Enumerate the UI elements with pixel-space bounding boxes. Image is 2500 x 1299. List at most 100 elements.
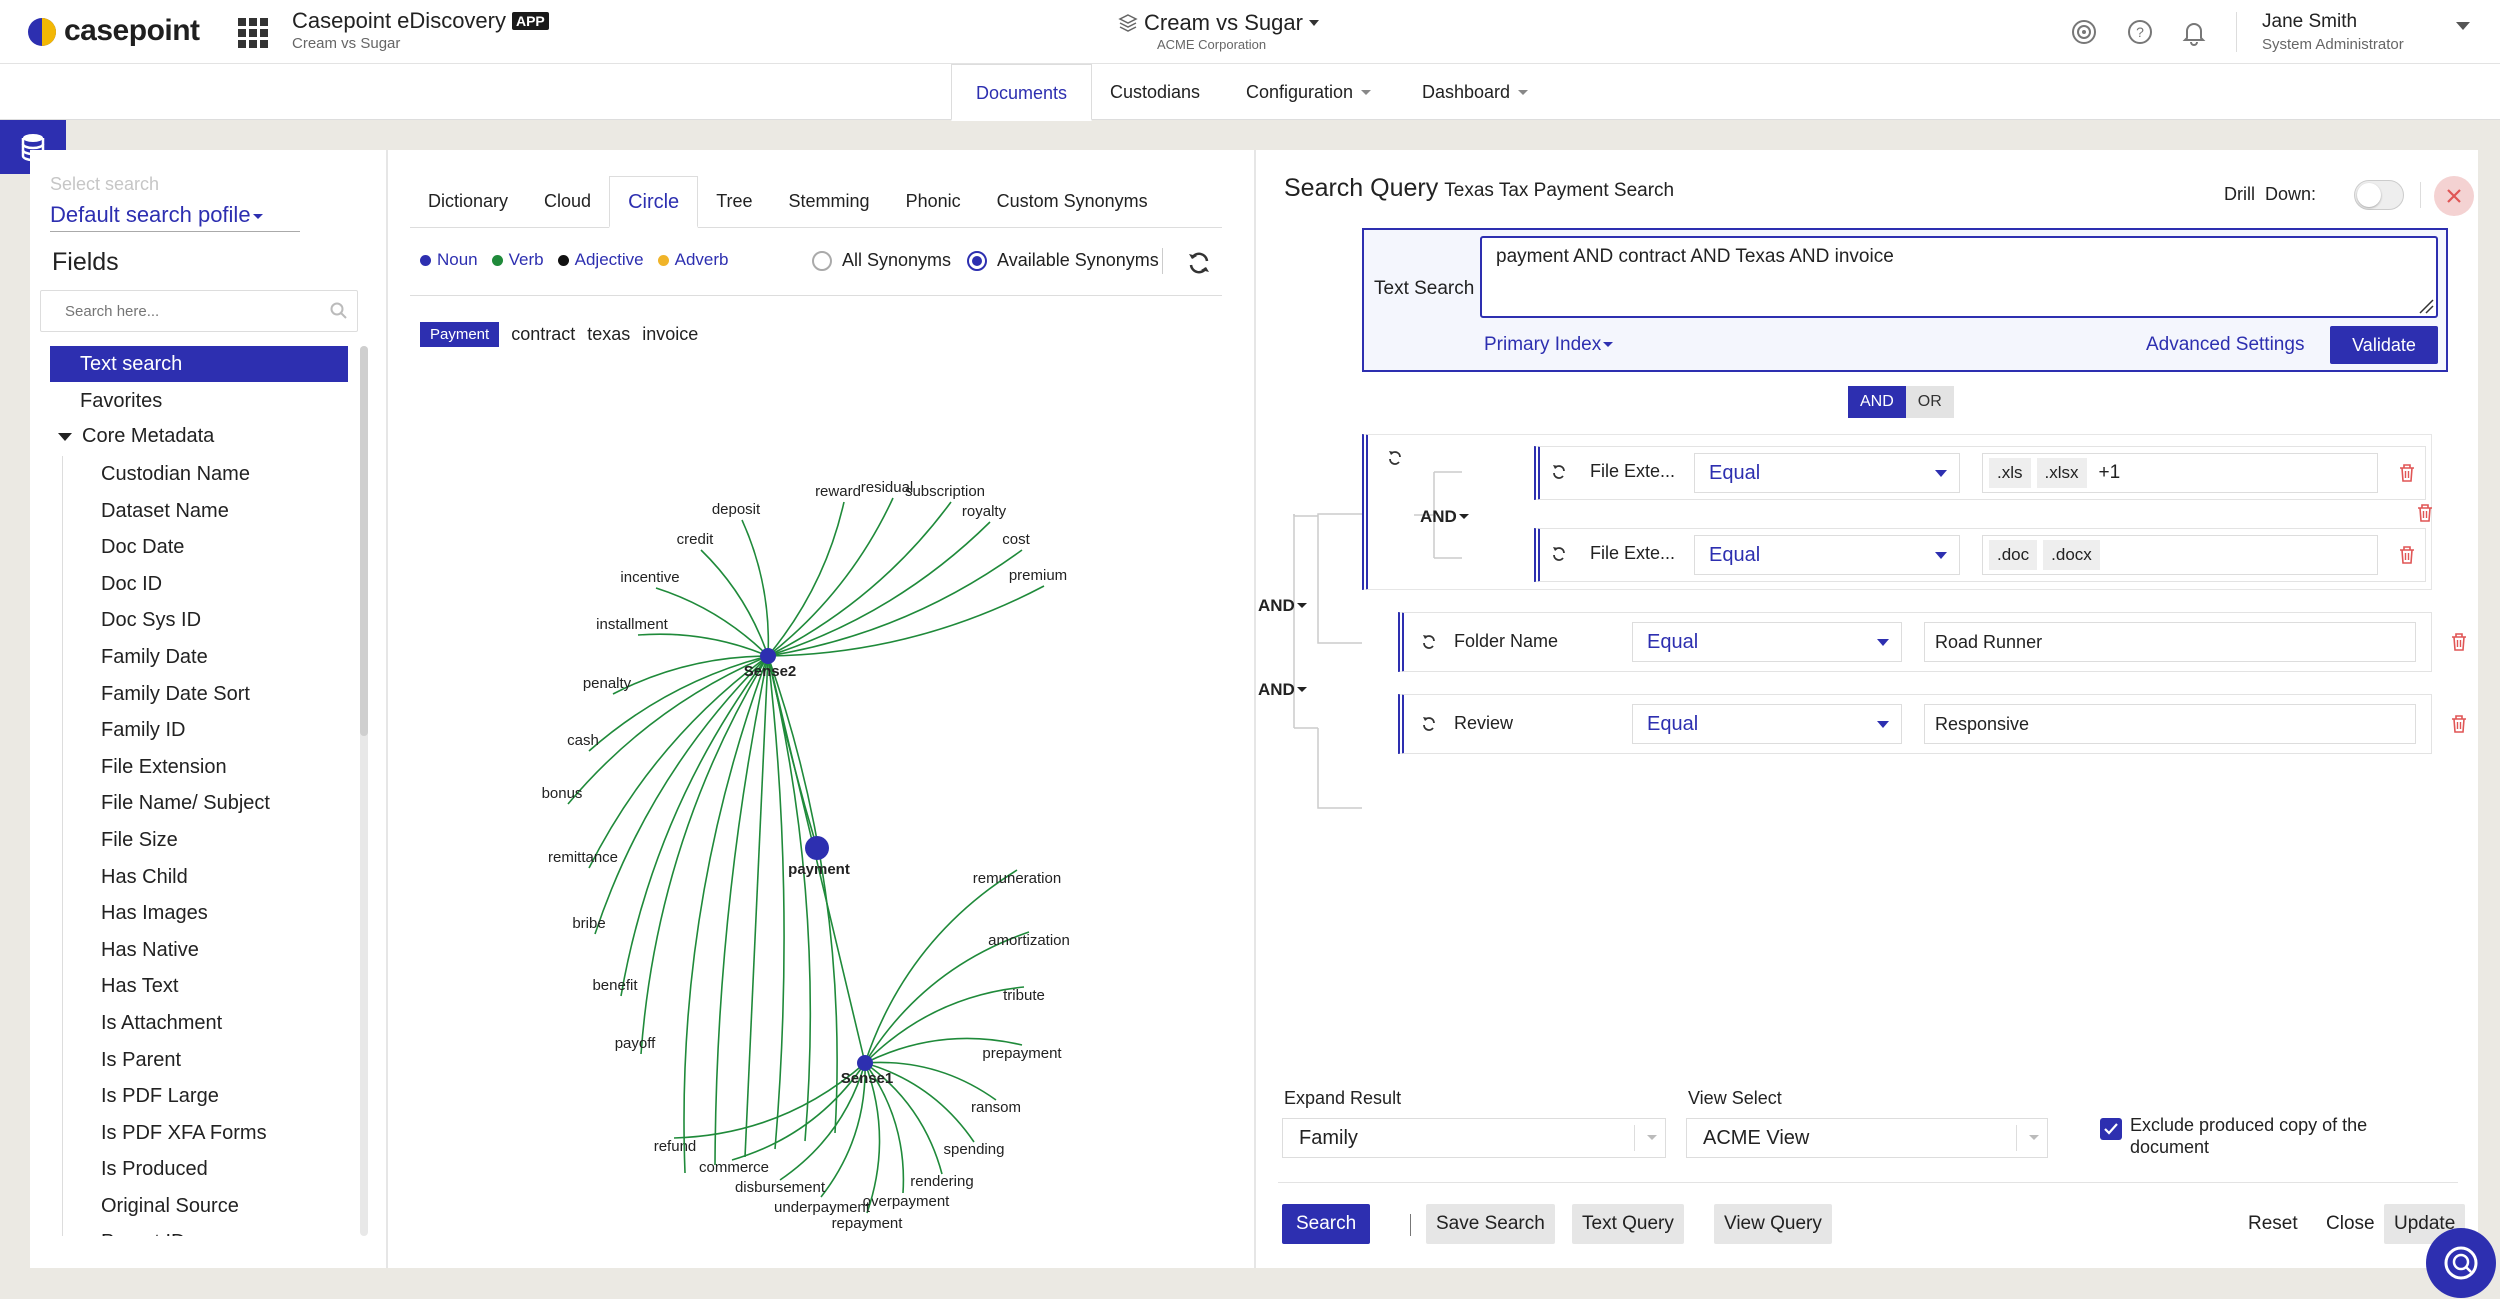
cycle-icon[interactable] xyxy=(1420,633,1438,651)
tab-phonic[interactable]: Phonic xyxy=(888,176,979,227)
nav-documents[interactable]: Documents xyxy=(951,64,1093,121)
radio-all-synonyms[interactable] xyxy=(812,250,832,271)
synonym-word[interactable]: penalty xyxy=(583,675,632,692)
synonym-word[interactable]: disbursement xyxy=(735,1179,826,1196)
synonym-word[interactable]: cash xyxy=(567,732,599,749)
field-favorites[interactable]: Favorites xyxy=(80,390,162,413)
reset-button[interactable]: Reset xyxy=(2238,1204,2308,1244)
synonym-word[interactable]: spending xyxy=(944,1141,1005,1158)
user-menu-caret-icon[interactable] xyxy=(2456,22,2470,30)
synonym-word[interactable]: overpayment xyxy=(863,1193,951,1210)
value-tag[interactable]: .doc xyxy=(1989,540,2038,570)
synonym-word[interactable]: reward xyxy=(815,483,861,500)
field-item[interactable]: Has Images xyxy=(63,895,342,932)
payment-node[interactable] xyxy=(805,836,829,860)
field-item[interactable]: Is Produced xyxy=(63,1151,342,1188)
rule-value-input[interactable]: Road Runner xyxy=(1924,622,2416,662)
synonym-word[interactable]: credit xyxy=(677,531,715,548)
field-item[interactable]: Doc Date xyxy=(63,529,342,566)
user-name[interactable]: Jane Smith xyxy=(2262,11,2357,33)
synonym-word[interactable]: refund xyxy=(654,1138,697,1155)
synonym-word[interactable]: payoff xyxy=(615,1035,656,1052)
casepoint-logo[interactable]: casepoint xyxy=(26,14,200,48)
synonym-word[interactable]: rendering xyxy=(910,1173,973,1190)
group-and-select[interactable]: AND xyxy=(1420,507,1469,527)
field-item[interactable]: File Size xyxy=(63,822,342,859)
synonym-word[interactable]: cost xyxy=(1002,531,1030,548)
delete-rule-icon[interactable] xyxy=(2450,632,2468,652)
text-query-button[interactable]: Text Query xyxy=(1572,1204,1684,1244)
value-tag[interactable]: .docx xyxy=(2043,540,2100,570)
help-icon[interactable]: ? xyxy=(2126,18,2154,46)
field-item[interactable]: Dataset Name xyxy=(63,493,342,530)
tab-custom-synonyms[interactable]: Custom Synonyms xyxy=(979,176,1166,227)
field-item[interactable]: Parent ID xyxy=(63,1224,342,1236)
core-metadata-group[interactable]: Core Metadata xyxy=(58,425,214,448)
tab-tree[interactable]: Tree xyxy=(698,176,770,227)
fields-scrollbar-thumb[interactable] xyxy=(360,346,368,736)
synonym-word[interactable]: deposit xyxy=(712,501,761,518)
field-item[interactable]: Family Date Sort xyxy=(63,676,342,713)
rule-operator-select[interactable]: Equal xyxy=(1632,704,1902,744)
search-button[interactable]: Search xyxy=(1282,1204,1371,1244)
synonym-word[interactable]: subscription xyxy=(905,483,985,500)
nav-configuration[interactable]: Configuration xyxy=(1222,64,1395,120)
value-tag[interactable]: .xlsx xyxy=(2036,458,2087,488)
field-item[interactable]: Family Date xyxy=(63,639,342,676)
field-item[interactable]: Is PDF XFA Forms xyxy=(63,1115,342,1152)
more-values-badge[interactable]: +1 xyxy=(2093,462,2127,484)
field-item[interactable]: Original Source xyxy=(63,1188,342,1225)
delete-group-icon[interactable] xyxy=(2416,503,2434,523)
rule-value-input[interactable]: Responsive xyxy=(1924,704,2416,744)
apps-grid-icon[interactable] xyxy=(238,18,268,48)
tab-circle[interactable]: Circle xyxy=(609,176,699,228)
field-item[interactable]: Has Child xyxy=(63,859,342,896)
value-tag[interactable]: .xls xyxy=(1989,458,2031,488)
field-item[interactable]: Is PDF Large xyxy=(63,1078,342,1115)
payment-label[interactable]: payment xyxy=(788,861,850,878)
view-query-button[interactable]: View Query xyxy=(1714,1204,1832,1244)
nav-dashboard[interactable]: Dashboard xyxy=(1398,64,1552,120)
outer-and-select-1[interactable]: AND xyxy=(1258,596,1307,616)
field-item[interactable]: File Extension xyxy=(63,749,342,786)
field-item[interactable]: File Name/ Subject xyxy=(63,785,342,822)
synonym-word[interactable]: bribe xyxy=(572,915,605,932)
synonym-word[interactable]: tribute xyxy=(1003,987,1045,1004)
bell-icon[interactable] xyxy=(2180,18,2208,46)
synonym-word[interactable]: commerce xyxy=(699,1159,769,1176)
synonym-word[interactable]: bonus xyxy=(542,785,583,802)
chat-search-button[interactable] xyxy=(2426,1228,2496,1298)
synonym-word[interactable]: amortization xyxy=(988,932,1070,949)
field-item[interactable]: Is Attachment xyxy=(63,1005,342,1042)
synonym-word[interactable]: premium xyxy=(1009,567,1067,584)
field-item[interactable]: Family ID xyxy=(63,712,342,749)
rule-operator-select[interactable]: Equal xyxy=(1632,622,1902,662)
synonym-word[interactable]: repayment xyxy=(832,1215,904,1232)
search-profile-select[interactable]: Default search pofile xyxy=(50,202,300,232)
synonym-word[interactable]: benefit xyxy=(592,977,638,994)
rule-value-input[interactable]: .xls .xlsx +1 xyxy=(1982,453,2378,493)
nav-custodians[interactable]: Custodians xyxy=(1086,64,1224,120)
field-search-input[interactable] xyxy=(40,290,358,332)
delete-rule-icon[interactable] xyxy=(2450,714,2468,734)
refresh-icon[interactable] xyxy=(1186,250,1212,276)
radio-available-synonyms[interactable] xyxy=(967,250,988,271)
rule-operator-select[interactable]: Equal xyxy=(1694,535,1960,575)
field-item[interactable]: Has Native xyxy=(63,932,342,969)
view-select[interactable]: ACME View xyxy=(1686,1118,2048,1158)
cycle-icon[interactable] xyxy=(1386,449,1404,467)
synonym-word[interactable]: remuneration xyxy=(973,870,1061,887)
outer-and-select-2[interactable]: AND xyxy=(1258,680,1307,700)
synonym-word[interactable]: underpayment xyxy=(774,1199,871,1216)
cycle-icon[interactable] xyxy=(1550,545,1568,563)
synonym-word[interactable]: prepayment xyxy=(982,1045,1062,1062)
delete-rule-icon[interactable] xyxy=(2398,545,2416,565)
exclude-produced-checkbox[interactable] xyxy=(2100,1118,2122,1140)
synonym-word[interactable]: installment xyxy=(596,616,669,633)
sense2-node[interactable] xyxy=(760,648,776,664)
rule-operator-select[interactable]: Equal xyxy=(1694,453,1960,493)
field-item[interactable]: Custodian Name xyxy=(63,456,342,493)
sense2-label[interactable]: Sense2 xyxy=(744,663,797,680)
sense1-node[interactable] xyxy=(857,1055,873,1071)
case-selector[interactable]: Cream vs Sugar xyxy=(1118,10,1319,36)
